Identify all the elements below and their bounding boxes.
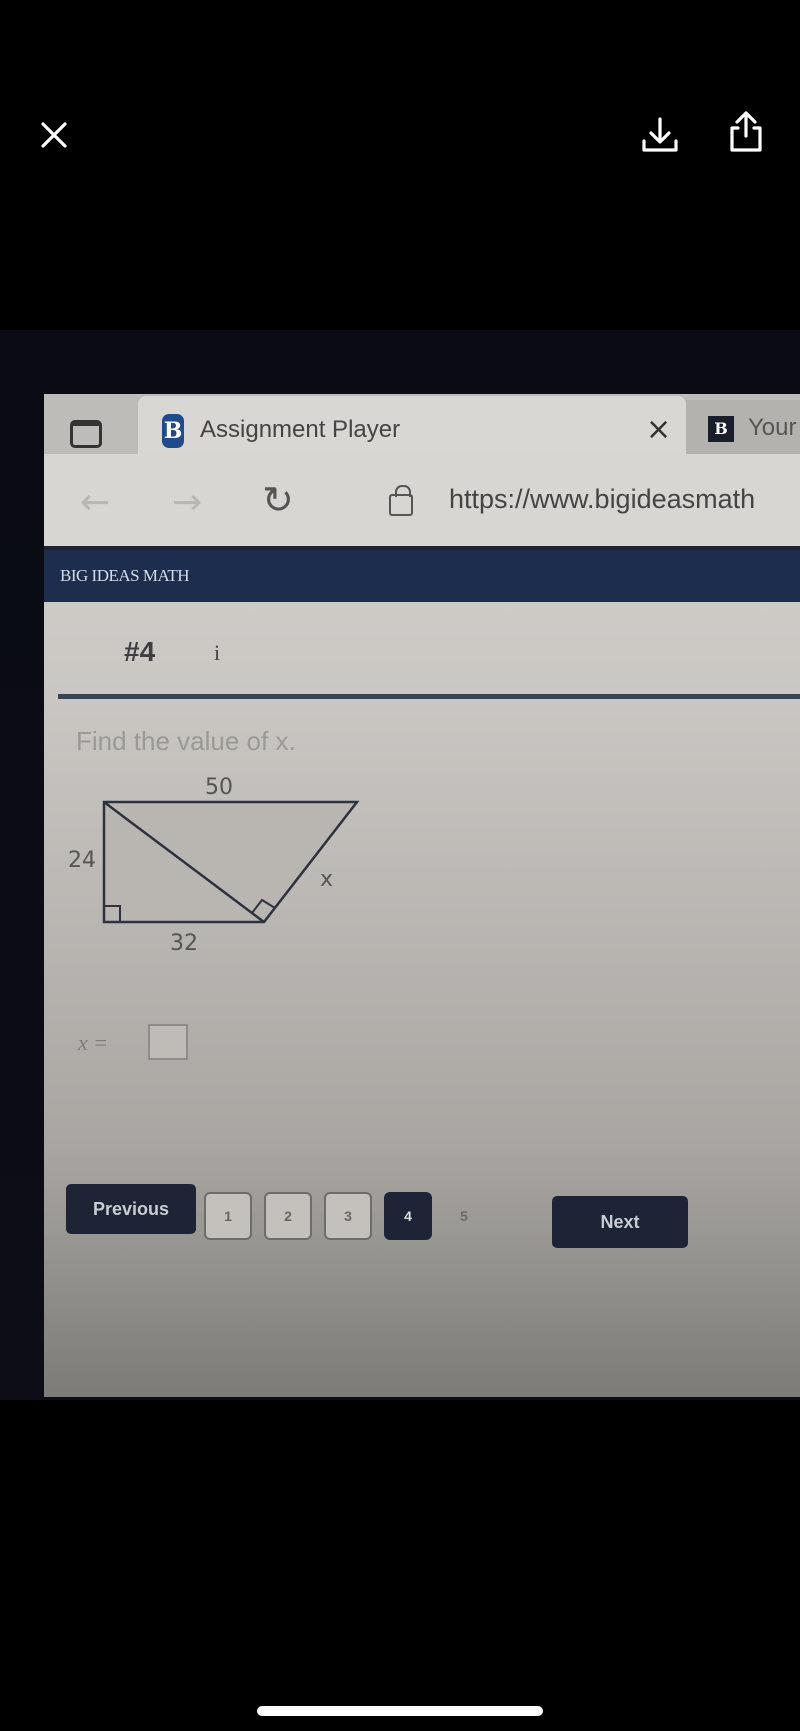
home-indicator[interactable] [257, 1706, 543, 1716]
download-icon [642, 117, 678, 152]
trapezoid-diagram: 50 24 32 x [68, 775, 360, 956]
back-arrow-icon[interactable]: ← [80, 482, 110, 523]
tab-strip: B Assignment Player × B Your f [44, 394, 800, 454]
tab-assignment-player[interactable]: B Assignment Player × [138, 396, 686, 454]
share-button[interactable] [724, 110, 768, 154]
tab-title: Your f [748, 414, 800, 441]
big-ideas-favicon-icon: B [708, 416, 734, 442]
tab-close-icon[interactable]: × [646, 412, 671, 447]
lock-icon[interactable] [389, 485, 413, 516]
tab-other[interactable]: B Your f [686, 400, 800, 454]
close-icon [41, 122, 67, 148]
label-bottom: 32 [170, 931, 198, 956]
site-header: BIG IDEAS MATH [44, 550, 800, 602]
forward-arrow-icon[interactable]: → [172, 482, 202, 523]
next-button[interactable]: Next [552, 1196, 688, 1248]
question-prompt: Find the value of x. [76, 726, 296, 756]
page-4-button[interactable]: 4 [384, 1192, 432, 1240]
page-3-button[interactable]: 3 [324, 1192, 372, 1240]
label-left: 24 [68, 848, 96, 873]
browser-window: B Assignment Player × B Your f ← → ↻ htt… [44, 394, 800, 1397]
label-top: 50 [205, 775, 233, 800]
page-1-button[interactable]: 1 [204, 1192, 252, 1240]
download-button[interactable] [638, 113, 682, 157]
trapezoid-shape [102, 800, 360, 924]
answer-input[interactable] [148, 1024, 188, 1060]
answer-label: x = [78, 1030, 109, 1055]
tab-title: Assignment Player [200, 416, 401, 443]
info-icon[interactable]: i [214, 640, 220, 666]
photo-viewer-toolbar [0, 0, 800, 180]
url-field[interactable]: https://www.bigideasmath [449, 484, 755, 515]
brand-logo: BIG IDEAS MATH [60, 566, 190, 585]
big-ideas-favicon-icon: B [162, 414, 184, 448]
page-2-button[interactable]: 2 [264, 1192, 312, 1240]
divider [58, 694, 800, 699]
page-5-button[interactable]: 5 [440, 1192, 488, 1240]
share-icon [730, 111, 762, 152]
question-pager: Previous 1 2 3 4 5 Next [44, 1184, 800, 1248]
close-button[interactable] [32, 113, 76, 157]
address-bar: ← → ↻ https://www.bigideasmath [44, 454, 800, 550]
tab-actions-icon[interactable] [70, 420, 102, 448]
question-number: #4 [124, 636, 156, 667]
label-slant: x [320, 867, 333, 892]
reload-icon[interactable]: ↻ [262, 478, 294, 522]
previous-button[interactable]: Previous [66, 1184, 196, 1234]
